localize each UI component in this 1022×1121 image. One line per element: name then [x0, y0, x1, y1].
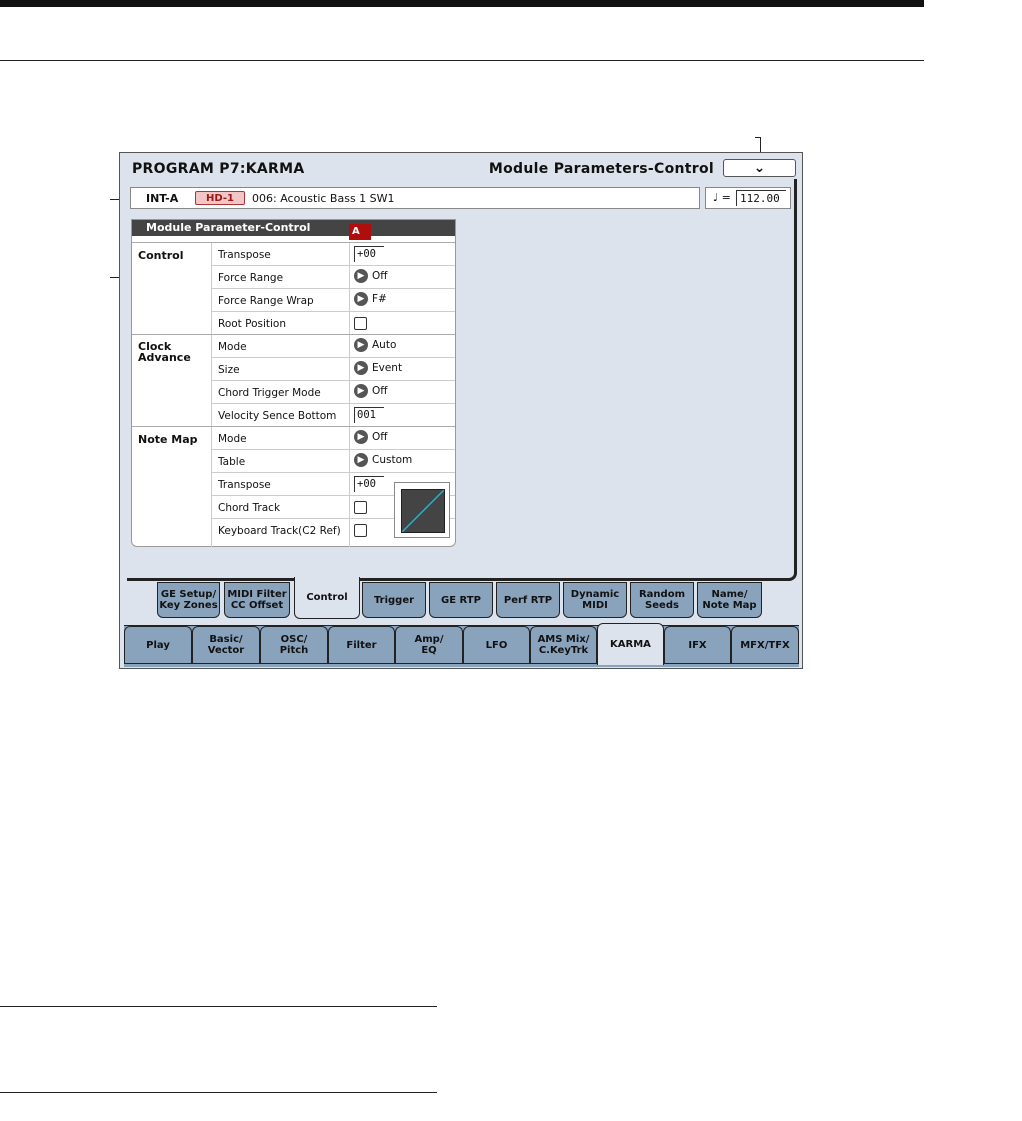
param-row-transpose: Transpose +00 [132, 243, 455, 266]
force-range-wrap-popup[interactable]: ▶ F# [354, 292, 387, 306]
popup-arrow-icon[interactable]: ▶ [354, 338, 368, 352]
param-row-clock-mode: Mode ▶ Auto [132, 335, 455, 358]
param-label: Chord Trigger Mode [218, 387, 321, 399]
param-row-force-range-wrap: Force Range Wrap ▶ F# [132, 289, 455, 312]
tab-ge-setup-key-zones[interactable]: GE Setup/Key Zones [157, 582, 220, 618]
section-rule [0, 1006, 437, 1007]
popup-arrow-icon[interactable]: ▶ [354, 361, 368, 375]
param-label: Size [218, 364, 240, 376]
chevron-down-icon: ⌄ [753, 160, 766, 176]
tempo-value[interactable]: 112.00 [736, 190, 786, 206]
param-label: Mode [218, 341, 247, 353]
chord-track-checkbox[interactable] [354, 501, 367, 514]
param-label: Transpose [218, 479, 271, 491]
tab-mfx-tfx[interactable]: MFX/TFX [731, 626, 799, 664]
force-range-popup[interactable]: ▶ Off [354, 269, 388, 283]
callout-leader-menu-tick [755, 137, 761, 138]
popup-arrow-icon[interactable]: ▶ [354, 430, 368, 444]
tab-karma[interactable]: KARMA [597, 623, 664, 665]
popup-arrow-icon[interactable]: ▶ [354, 292, 368, 306]
module-parameter-panel: Module Parameter-Control A Control Clock… [131, 219, 456, 547]
clock-mode-popup[interactable]: ▶ Auto [354, 338, 396, 352]
popup-value: Off [372, 270, 388, 282]
param-label: Mode [218, 433, 247, 445]
lcd-screen: PROGRAM P7:KARMA Module Parameters-Contr… [119, 152, 803, 669]
param-label: Keyboard Track(C2 Ref) [218, 525, 341, 537]
program-name: 006: Acoustic Bass 1 SW1 [252, 192, 395, 205]
tab-play[interactable]: Play [124, 626, 192, 664]
note-map-mode-popup[interactable]: ▶ Off [354, 430, 388, 444]
popup-value: Event [372, 362, 403, 374]
header-rule [0, 60, 924, 61]
tab-trigger[interactable]: Trigger [362, 582, 426, 618]
popup-value: Off [372, 431, 388, 443]
param-row-root-position: Root Position [132, 312, 455, 335]
param-label: Transpose [218, 249, 271, 261]
panel-title: Module Parameter-Control [146, 221, 311, 234]
tab-perf-rtp[interactable]: Perf RTP [496, 582, 560, 618]
table-popup[interactable]: ▶ Custom [354, 453, 412, 467]
hd-badge: HD-1 [195, 191, 245, 205]
note-map-graph[interactable] [394, 482, 450, 538]
popup-value: Off [372, 385, 388, 397]
quarter-note-icon: ♩ = [713, 191, 731, 204]
param-label: Velocity Sence Bottom [218, 410, 337, 422]
param-row-table: Table ▶ Custom [132, 450, 455, 473]
keyboard-track-checkbox[interactable] [354, 524, 367, 537]
page-top-bar [0, 0, 924, 7]
popup-value: Custom [372, 454, 413, 466]
program-select[interactable]: INT-A HD-1 006: Acoustic Bass 1 SW1 [130, 187, 700, 209]
panel-header: Module Parameter-Control A [132, 220, 455, 240]
popup-arrow-icon[interactable]: ▶ [354, 453, 368, 467]
param-row-chord-trigger-mode: Chord Trigger Mode ▶ Off [132, 381, 455, 404]
param-row-velocity-sence-bottom: Velocity Sence Bottom 001 [132, 404, 455, 427]
program-bank: INT-A [146, 192, 179, 205]
tab-control[interactable]: Control [294, 577, 360, 619]
tab-amp-eq[interactable]: Amp/EQ [395, 626, 463, 664]
module-badge[interactable]: A [349, 224, 371, 240]
velocity-sence-bottom-field[interactable]: 001 [354, 407, 384, 423]
note-map-curve [401, 489, 445, 533]
page-area: INT-A HD-1 006: Acoustic Bass 1 SW1 ♩ = … [127, 179, 797, 581]
tab-filter[interactable]: Filter [328, 626, 395, 664]
tab-ge-rtp[interactable]: GE RTP [429, 582, 493, 618]
tab-dynamic-midi[interactable]: Dynamic MIDI [563, 582, 627, 618]
param-label: Root Position [218, 318, 287, 330]
tab-ams-mix-c-keytrk[interactable]: AMS Mix/C.KeyTrk [530, 626, 597, 664]
param-label: Force Range [218, 272, 284, 284]
param-label: Force Range Wrap [218, 295, 314, 307]
tab-name-note-map[interactable]: Name/Note Map [697, 582, 762, 618]
size-popup[interactable]: ▶ Event [354, 361, 402, 375]
tab-ifx[interactable]: IFX [664, 626, 731, 664]
param-row-note-map-mode: Mode ▶ Off [132, 427, 455, 450]
tab-lfo[interactable]: LFO [463, 626, 530, 664]
param-label: Chord Track [218, 502, 281, 514]
page-menu-button[interactable]: ⌄ [723, 159, 796, 177]
section-rule [0, 1092, 437, 1093]
root-position-checkbox[interactable] [354, 317, 367, 330]
tab-osc-pitch[interactable]: OSC/Pitch [260, 626, 328, 664]
page-title: Module Parameters-Control [488, 161, 714, 177]
popup-arrow-icon[interactable]: ▶ [354, 384, 368, 398]
chord-trigger-mode-popup[interactable]: ▶ Off [354, 384, 388, 398]
tab-random-seeds[interactable]: Random Seeds [630, 582, 694, 618]
tempo-field[interactable]: ♩ = 112.00 [705, 187, 791, 209]
tab-midi-filter-cc-offset[interactable]: MIDI Filter CC Offset [224, 582, 290, 618]
popup-value: Auto [372, 339, 397, 351]
popup-arrow-icon[interactable]: ▶ [354, 269, 368, 283]
param-row-force-range: Force Range ▶ Off [132, 266, 455, 289]
screen-title: PROGRAM P7:KARMA [132, 161, 305, 177]
popup-value: F# [372, 293, 387, 305]
param-label: Table [218, 456, 246, 468]
param-row-size: Size ▶ Event [132, 358, 455, 381]
note-map-transpose-field[interactable]: +00 [354, 476, 384, 492]
transpose-field[interactable]: +00 [354, 246, 384, 262]
note-map-line-icon [402, 490, 444, 532]
tab-basic-vector[interactable]: Basic/Vector [192, 626, 260, 664]
